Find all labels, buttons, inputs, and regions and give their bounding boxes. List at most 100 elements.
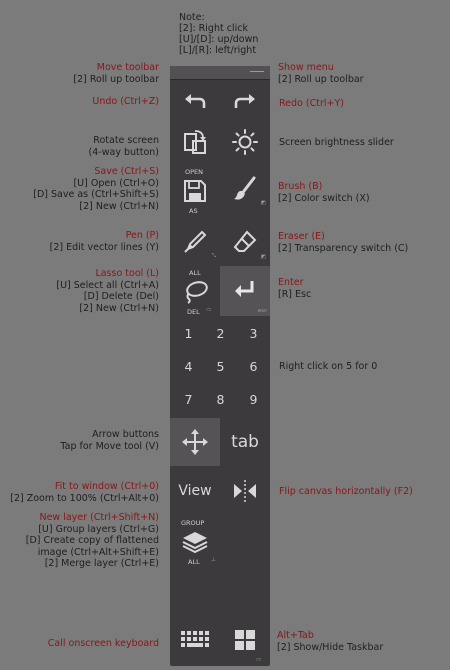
new-layer-button[interactable]: GROUP ALL ⊥ — [170, 514, 220, 570]
brightness-annotation: Screen brightness slider — [279, 137, 394, 149]
annotation-line: [D] Create copy of flattened — [25, 535, 159, 547]
save-as-label: AS — [189, 207, 198, 215]
annotation-line: Right click on 5 for 0 — [279, 361, 378, 372]
brightness-icon — [232, 129, 258, 155]
new-selection-icon: ▭ — [206, 307, 212, 313]
pen-button[interactable]: ⤡ — [170, 222, 220, 262]
enter-button[interactable]: esc — [220, 266, 270, 316]
annotation-line: Arrow buttons — [92, 429, 159, 440]
lasso-button[interactable]: ALL DEL ▭ — [170, 266, 220, 318]
annotation-line: [2] Edit vector lines (Y) — [49, 241, 159, 253]
select-all-label: ALL — [189, 269, 201, 277]
layers-icon — [182, 532, 208, 554]
numpad-key[interactable]: 8 — [204, 392, 237, 407]
arrows-annotation: Arrow buttons Tap for Move tool (V) — [60, 429, 159, 452]
arrow-buttons[interactable] — [170, 418, 220, 466]
menu-grip-icon[interactable] — [250, 71, 264, 74]
annotation-line: [2] Roll up toolbar — [278, 73, 364, 85]
redo-button[interactable] — [220, 82, 270, 122]
note-line: [U]/[D]: up/down — [179, 34, 259, 45]
annotation-title: Undo (Ctrl+Z) — [92, 96, 159, 107]
delete-label: DEL — [187, 308, 200, 316]
save-icon — [184, 180, 206, 202]
tab-button[interactable]: tab — [220, 418, 270, 466]
lasso-annotation: Lasso tool (L) [U] Select all (Ctrl+A) [… — [56, 268, 159, 314]
brush-button[interactable]: ◩ — [220, 169, 270, 209]
merge-down-icon: ⊥ — [211, 557, 216, 563]
annotation-line: [U] Select all (Ctrl+A) — [56, 279, 159, 291]
move-arrows-icon — [182, 429, 208, 455]
eraser-annotation: Eraser (E) [2] Transparency switch (C) — [278, 231, 408, 254]
show-menu-annotation: Show menu [2] Roll up toolbar — [278, 62, 364, 85]
annotation-line: [2] New (Ctrl+N) — [79, 302, 159, 314]
keyboard-button[interactable] — [170, 620, 220, 660]
alt-tab-button[interactable] — [220, 620, 270, 660]
annotation-line: [2] Color switch (X) — [278, 192, 370, 204]
annotation-title: Redo (Ctrl+Y) — [279, 98, 344, 109]
pen-annotation: Pen (P) [2] Edit vector lines (Y) — [50, 230, 159, 253]
annotation-line: [U] Open (Ctrl+O) — [73, 177, 159, 189]
rotate-annotation: Rotate screen (4-way button) — [89, 135, 159, 158]
alt-tab-annotation: Alt+Tab [2] Show/Hide Taskbar — [277, 630, 383, 653]
rotate-screen-button[interactable] — [170, 122, 220, 162]
toolbar-drag-handle[interactable] — [170, 66, 270, 80]
keyboard-icon — [181, 631, 209, 647]
annotation-line: [D] Delete (Del) — [83, 291, 159, 303]
tab-label: tab — [231, 432, 259, 452]
pen-icon — [184, 230, 207, 253]
flip-annotation: Flip canvas horizontally (F2) — [279, 486, 413, 498]
brush-annotation: Brush (B) [2] Color switch (X) — [278, 181, 370, 204]
undo-button[interactable] — [170, 82, 220, 122]
annotation-title: Move toolbar — [96, 62, 159, 73]
annotation-title: Call onscreen keyboard — [47, 638, 159, 649]
annotation-line: [D] Save as (Ctrl+Shift+S) — [33, 189, 159, 201]
numpad-key[interactable]: 1 — [172, 326, 205, 341]
save-annotation: Save (Ctrl+S) [U] Open (Ctrl+O) [D] Save… — [33, 166, 159, 212]
eraser-button[interactable]: ◩ — [220, 222, 270, 262]
numpad-key[interactable]: 4 — [172, 359, 205, 374]
brightness-slider-button[interactable] — [220, 122, 270, 162]
undo-icon — [185, 94, 206, 108]
annotation-line: image (Ctrl+Alt+Shift+E) — [37, 546, 159, 558]
rotate-screen-icon — [184, 130, 206, 154]
right-click-annotation: Right click on 5 for 0 — [279, 361, 377, 373]
numpad-key[interactable]: 7 — [172, 392, 205, 407]
windows-icon — [235, 630, 255, 650]
fit-window-button[interactable]: View — [170, 471, 220, 511]
annotation-line: Screen brightness slider — [279, 137, 394, 148]
annotation-line: [2] Transparency switch (C) — [278, 242, 409, 254]
annotation-title: Alt+Tab — [277, 630, 314, 641]
annotation-title: Fit to window (Ctrl+0) — [54, 481, 159, 492]
vector-edit-icon: ⤡ — [211, 253, 216, 259]
color-switch-icon: ◩ — [260, 200, 266, 206]
annotation-title: Eraser (E) — [278, 231, 325, 242]
numpad-key[interactable]: 9 — [237, 392, 270, 407]
annotation-line: [2] Show/Hide Taskbar — [277, 641, 384, 653]
resize-grip-icon[interactable]: ▭ — [256, 657, 261, 663]
keyboard-annotation: Call onscreen keyboard — [48, 638, 159, 650]
numpad-key[interactable]: 5 — [204, 359, 237, 374]
numpad-key[interactable]: 3 — [237, 326, 270, 341]
numpad-key[interactable]: 6 — [237, 359, 270, 374]
view-label: View — [178, 483, 212, 499]
save-button[interactable]: OPEN AS — [170, 166, 220, 216]
new-layer-annotation: New layer (Ctrl+Shift+N) [U] Group layer… — [26, 512, 159, 570]
transparency-icon: ◩ — [260, 254, 266, 260]
annotation-title: Flip canvas horizontally (F2) — [279, 486, 413, 497]
annotation-line: [U] Group layers (Ctrl+G) — [38, 523, 159, 535]
numpad-key[interactable]: 2 — [204, 326, 237, 341]
annotation-line: [R] Esc — [278, 288, 312, 300]
toolbar: OPEN AS ◩ ⤡ ◩ ALL DEL ▭ esc 1 2 3 4 5 6 … — [170, 66, 270, 666]
flip-icon — [234, 480, 256, 502]
redo-icon — [234, 94, 255, 108]
move-toolbar-annotation: Move toolbar [2] Roll up toolbar — [73, 62, 159, 85]
annotation-title: Pen (P) — [125, 230, 159, 241]
annotation-title: Lasso tool (L) — [95, 268, 159, 279]
annotation-line: [2] Zoom to 100% (Ctrl+Alt+0) — [10, 492, 159, 504]
annotation-line: [2] Merge layer (Ctrl+E) — [44, 558, 159, 570]
note-line: [L]/[R]: left/right — [179, 45, 257, 56]
annotation-title: Save (Ctrl+S) — [94, 166, 159, 177]
annotation-line: Tap for Move tool (V) — [60, 440, 159, 452]
annotation-line: [2] Roll up toolbar — [73, 73, 159, 85]
flip-canvas-button[interactable] — [220, 471, 270, 511]
